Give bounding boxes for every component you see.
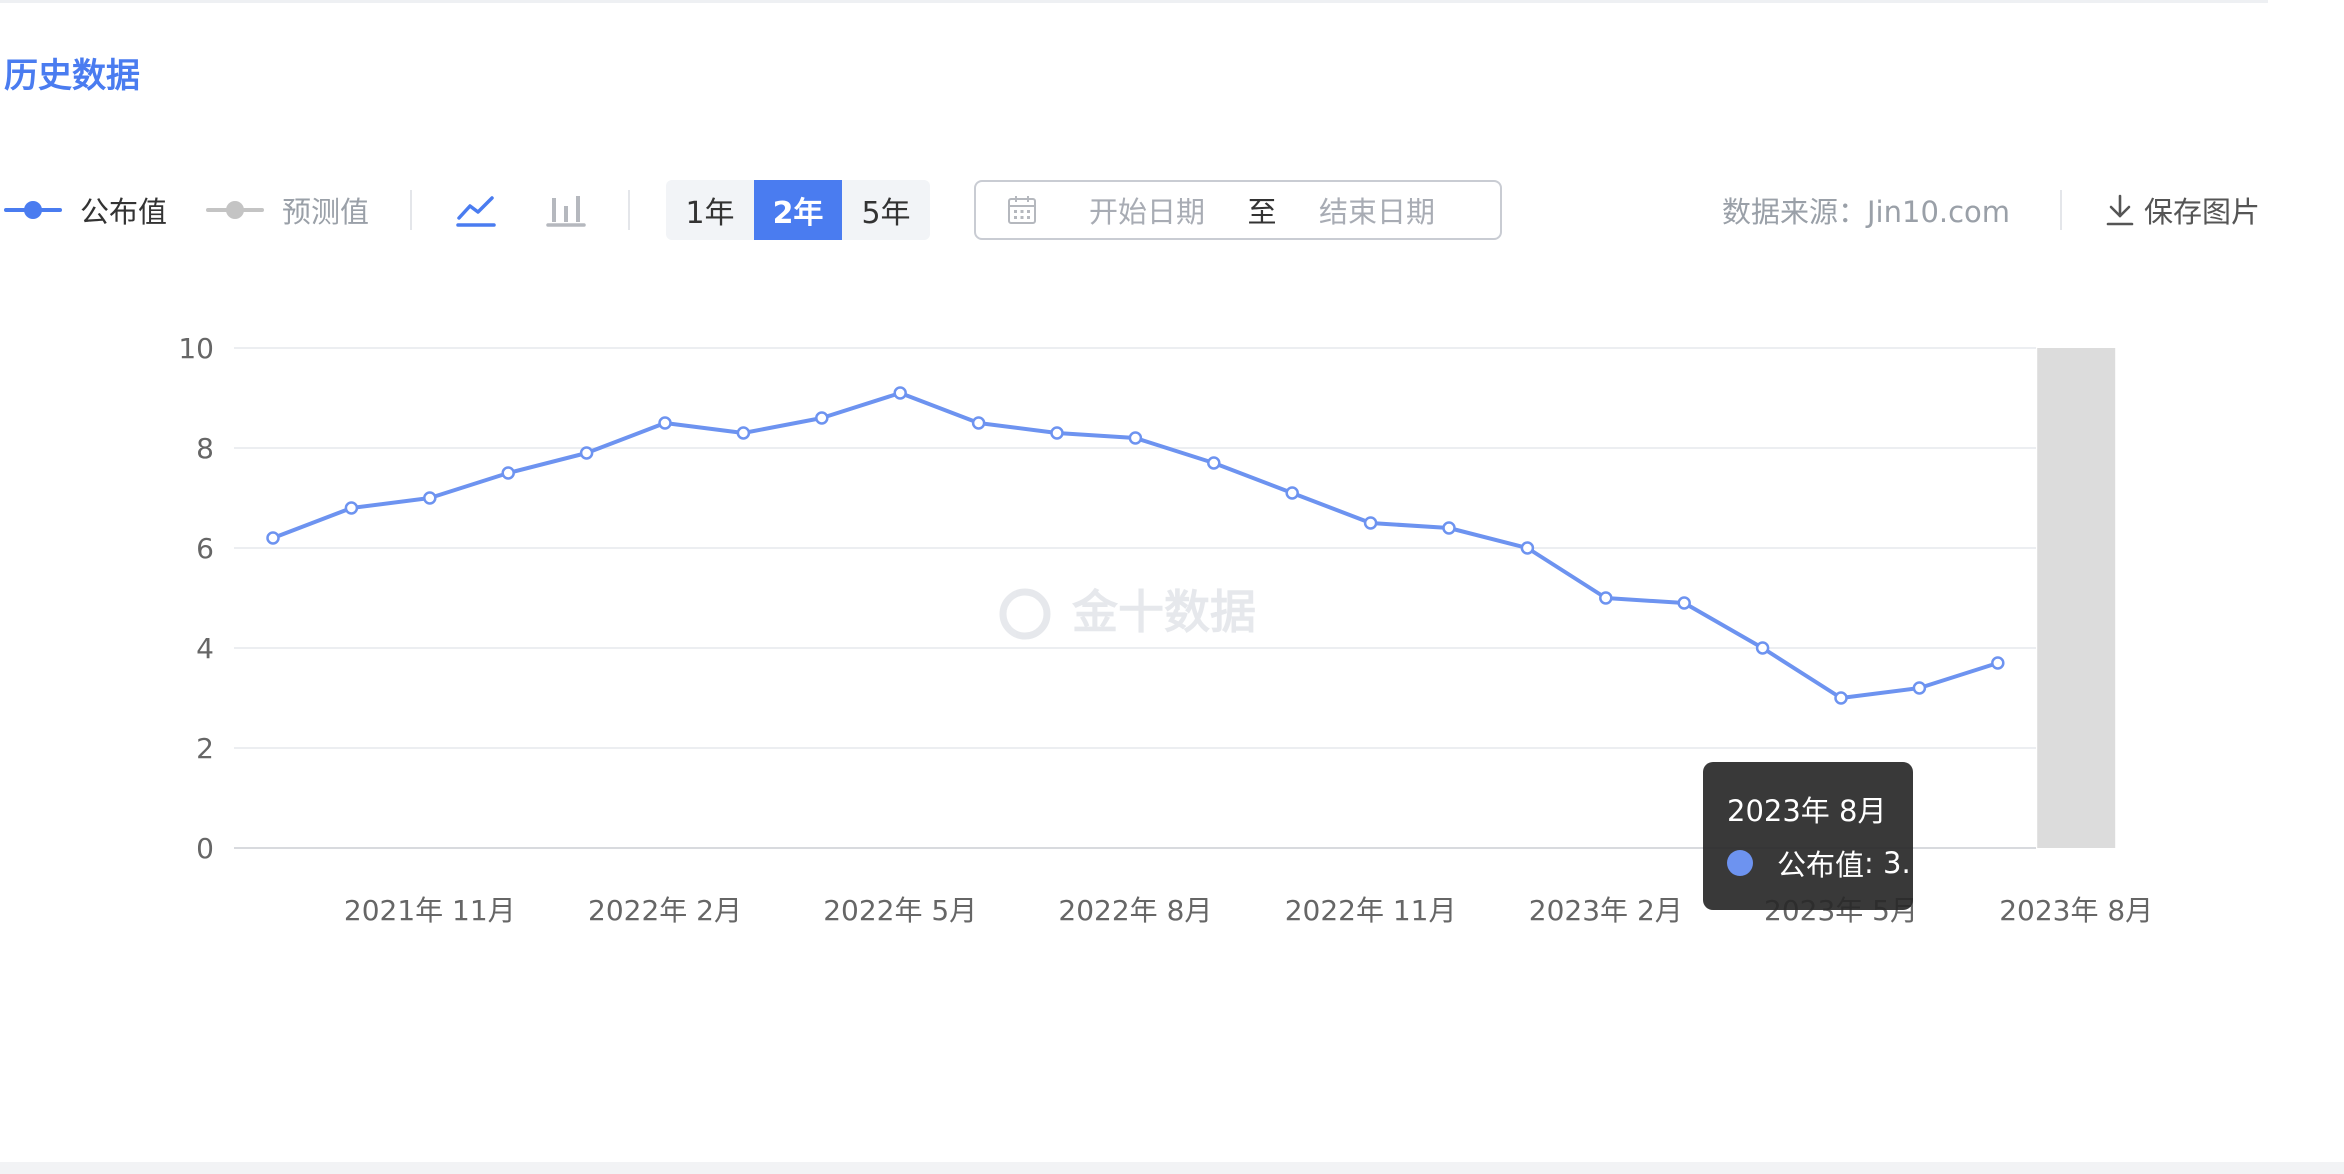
chart-tooltip: 2023年 8月 公布值: 3.7 [1703,762,1929,910]
bar-chart-button[interactable] [538,182,594,238]
data-point [579,446,594,460]
top-divider [0,0,2268,3]
chart-toolbar: 公布值 预测值 1年 2年 5年 开始日期 至 结束日期 数据来源：Jin10.… [0,178,2268,242]
bottom-divider [0,1162,2344,1174]
data-point [1677,596,1691,610]
legend-item-forecast[interactable]: 预测值 [206,188,369,232]
data-point [501,466,515,480]
download-icon [2106,194,2134,226]
legend-published-marker [4,201,62,219]
data-point [1050,426,1064,440]
legend-forecast-marker [206,201,264,219]
data-point [1755,641,1770,655]
tooltip-value: 3.7 [1883,846,1930,880]
toolbar-divider-3 [2060,190,2062,230]
data-point [658,416,672,430]
data-point [266,531,280,545]
data-point [1207,456,1221,470]
range-selector: 1年 2年 5年 [666,180,930,240]
section-title: 历史数据 [4,56,140,96]
x-tick-label: 2022年 2月 [588,894,742,927]
highlight-band [2037,348,2116,848]
legend-published-label: 公布值 [80,195,168,229]
data-point [1991,656,2005,670]
x-tick-label: 2023年 2月 [1529,894,1683,927]
save-image-label: 保存图片 [2144,195,2261,229]
data-point [1285,486,1299,500]
line-chart-icon [456,196,496,227]
calendar-icon [1002,190,1042,230]
tooltip-series-label: 公布值 [1777,848,1865,882]
range-5y-button[interactable]: 5年 [842,180,930,240]
watermark: 金十数据 [999,585,1256,640]
data-point [1912,681,1927,695]
legend-forecast-label: 预测值 [282,195,370,229]
x-tick-label: 2023年 8月 [1999,894,2153,927]
watermark-logo-icon [999,588,1051,640]
y-tick-label: 8 [196,432,214,465]
data-point [1363,516,1378,530]
x-tick-label: 2022年 11月 [1285,894,1457,927]
x-tick-label: 2021年 11月 [344,894,516,927]
line-chart-button[interactable] [448,182,504,238]
data-point [1128,431,1143,445]
data-point [971,416,986,430]
data-point [1599,591,1613,605]
y-tick-label: 2 [196,732,214,765]
save-image-button[interactable]: 保存图片 [2104,186,2260,234]
data-point [893,386,907,400]
date-range-picker[interactable]: 开始日期 至 结束日期 [974,180,1502,240]
tooltip-date: 2023年 8月 [1727,794,1887,828]
data-source: 数据来源：Jin10.com [1722,195,2011,229]
tooltip-colon: : [1864,846,1884,880]
tooltip-series-marker [1727,850,1753,876]
y-tick-label: 10 [178,332,214,365]
tooltip-row: 公布值: 3.7 [1727,842,1929,884]
x-tick-label: 2022年 5月 [823,894,977,927]
y-tick-label: 6 [196,532,214,565]
range-1y-button[interactable]: 1年 [666,180,754,240]
watermark-text: 金十数据 [1071,585,1256,639]
data-point [1834,691,1848,705]
range-2y-button[interactable]: 2年 [754,180,842,240]
data-point [1442,521,1456,535]
x-tick-label: 2022年 8月 [1058,894,1212,927]
bar-chart-icon [546,196,586,227]
data-point [815,411,829,425]
start-date-input[interactable]: 开始日期 [1062,189,1232,231]
data-point [423,491,437,505]
data-point [736,426,751,440]
y-tick-label: 0 [196,832,214,865]
data-point [1520,541,1535,555]
date-separator: 至 [1247,195,1277,229]
toolbar-divider [410,190,412,230]
toolbar-divider-2 [628,190,630,230]
data-point [344,501,359,515]
y-tick-label: 4 [196,632,214,665]
legend-item-published[interactable]: 公布值 [4,188,167,232]
end-date-input[interactable]: 结束日期 [1292,189,1462,231]
